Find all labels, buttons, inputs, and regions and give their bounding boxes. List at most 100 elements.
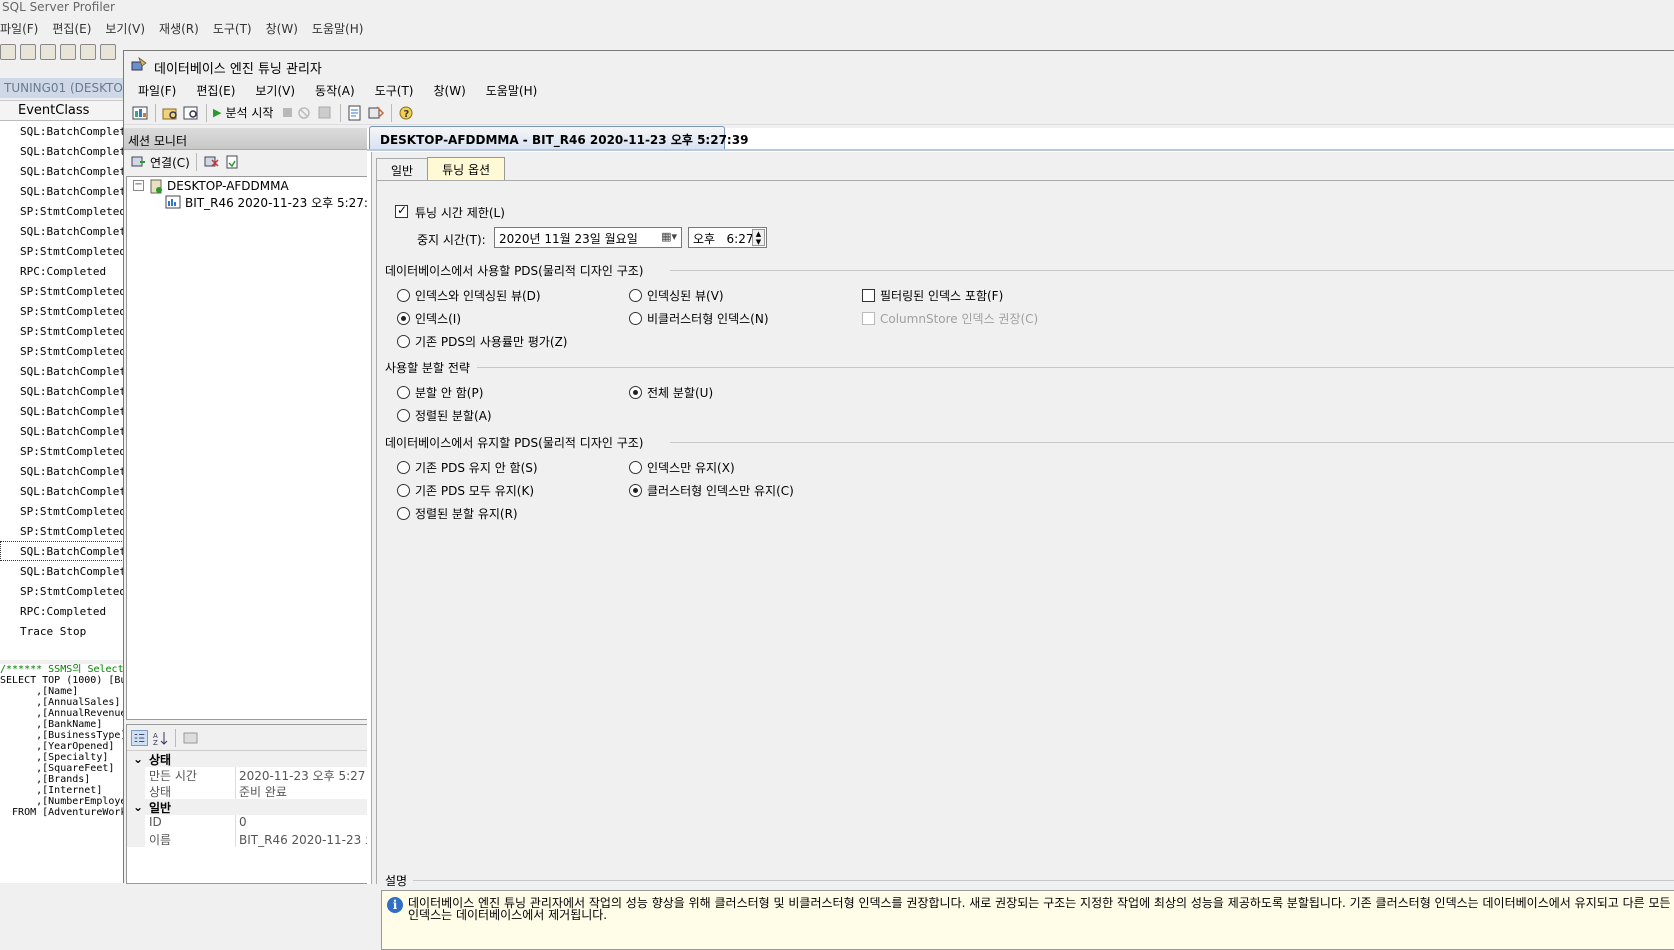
event-row[interactable]: RPC:Completed	[0, 261, 124, 281]
limit-time-checkbox[interactable]	[395, 203, 408, 218]
profiler-menu-bar: 파일(F) 편집(E) 보기(V) 재생(R) 도구(T) 창(W) 도움말(H…	[0, 20, 363, 40]
event-row[interactable]: SP:StmtCompleted	[0, 281, 124, 301]
profiler-menu-edit[interactable]: 편집(E)	[52, 20, 91, 40]
open-workload-icon[interactable]	[162, 105, 179, 121]
new-trace-icon[interactable]	[0, 44, 16, 60]
description-box: i 데이터베이스 엔진 튜닝 관리자에서 작업의 성능 향상을 위해 클러스터형…	[381, 890, 1674, 950]
tab-tuning-options[interactable]: 튜닝 옵션	[427, 157, 506, 180]
filtered-index-checkbox[interactable]	[862, 289, 875, 302]
radio-keep-all[interactable]	[397, 484, 410, 497]
tab-general[interactable]: 일반	[376, 158, 429, 180]
profiler-menu-view[interactable]: 보기(V)	[105, 20, 145, 40]
options-icon[interactable]	[368, 105, 385, 121]
event-row[interactable]: RPC:Completed	[0, 601, 124, 621]
radio-keep-aligned[interactable]	[397, 507, 410, 520]
property-row-name[interactable]: 이름 BIT_R46 2020-11-23 오후	[127, 831, 378, 847]
help-icon[interactable]: ?	[398, 105, 415, 121]
new-template-icon[interactable]	[20, 44, 36, 60]
menu-view[interactable]: 보기(V)	[245, 79, 305, 101]
cancel-icon[interactable]	[296, 105, 313, 121]
categorized-icon[interactable]	[131, 729, 148, 746]
no-partitioning-label: 분할 안 함(P)	[415, 386, 484, 400]
collapse-toggle-icon[interactable]: −	[133, 180, 144, 191]
connect-button[interactable]: 연결(C)	[130, 154, 190, 171]
event-row[interactable]: SQL:BatchCompleted	[0, 481, 124, 501]
profiler-trace-title[interactable]: TUNING01 (DESKTO	[0, 78, 124, 98]
event-row[interactable]: SQL:BatchCompleted	[0, 421, 124, 441]
event-row[interactable]: SP:StmtCompleted	[0, 321, 124, 341]
category-general[interactable]: ⌄ 일반	[127, 799, 378, 815]
radio-keep-clustered[interactable]	[629, 484, 642, 497]
menu-file[interactable]: 파일(F)	[128, 79, 186, 101]
event-row[interactable]: SQL:BatchCompleted	[0, 461, 124, 481]
radio-no-partitioning[interactable]	[397, 386, 410, 399]
event-row[interactable]: SQL:BatchCompleted	[0, 401, 124, 421]
sql-line: ,[AnnualSales]	[0, 697, 121, 708]
save-icon[interactable]	[60, 44, 76, 60]
radio-keep-indexes[interactable]	[629, 461, 642, 474]
event-row[interactable]: SQL:BatchCompleted	[0, 121, 124, 141]
event-row[interactable]: SQL:BatchCompleted	[0, 181, 124, 201]
profiler-menu-window[interactable]: 창(W)	[266, 20, 298, 40]
spin-buttons-icon[interactable]: ▲ ▼	[752, 229, 765, 246]
stop-time-picker[interactable]: 오후 6:27 ▲ ▼	[688, 227, 767, 248]
new-session-icon[interactable]	[132, 105, 149, 121]
event-row[interactable]: SP:StmtCompleted	[0, 521, 124, 541]
radio-indexes-and-views[interactable]	[397, 289, 410, 302]
profiler-menu-replay[interactable]: 재생(R)	[159, 20, 199, 40]
radio-full-partitioning[interactable]	[629, 386, 642, 399]
server-node[interactable]: DESKTOP-AFDDMMA	[167, 179, 289, 193]
find-icon[interactable]	[100, 44, 116, 60]
event-row[interactable]: SQL:BatchCompleted	[0, 361, 124, 381]
event-row[interactable]: SQL:BatchCompleted	[0, 561, 124, 581]
report-icon[interactable]	[347, 105, 364, 121]
event-row[interactable]: SP:StmtCompleted	[0, 581, 124, 601]
preview-icon[interactable]	[183, 105, 200, 121]
radio-aligned-partitioning[interactable]	[397, 409, 410, 422]
stop-icon[interactable]	[283, 108, 293, 117]
menu-help[interactable]: 도움말(H)	[476, 79, 548, 101]
event-row[interactable]: Trace Stop	[0, 621, 124, 641]
event-row[interactable]: SP:StmtCompleted	[0, 501, 124, 521]
stop-date-picker[interactable]: 2020년 11월 23일 월요일 ▦▾	[494, 227, 682, 248]
event-row[interactable]: SQL:BatchCompleted	[0, 541, 124, 561]
radio-indexes[interactable]	[397, 312, 410, 325]
radio-keep-none[interactable]	[397, 461, 410, 474]
columnstore-checkbox[interactable]	[862, 312, 875, 325]
profiler-menu-file[interactable]: 파일(F)	[0, 20, 38, 40]
event-row[interactable]: SP:StmtCompleted	[0, 301, 124, 321]
start-analysis-button[interactable]: ▶ 분석 시작	[213, 104, 273, 121]
refresh-icon[interactable]	[224, 154, 241, 170]
radio-indexed-views[interactable]	[629, 289, 642, 302]
property-row-state[interactable]: 상태 준비 완료	[127, 783, 378, 799]
property-row-created[interactable]: 만든 시간 2020-11-23 오후 5:27	[127, 767, 378, 783]
save-recommendation-icon[interactable]	[317, 105, 334, 121]
radio-nonclustered-indexes[interactable]	[629, 312, 642, 325]
event-row[interactable]: SQL:BatchCompleted	[0, 161, 124, 181]
profiler-menu-help[interactable]: 도움말(H)	[312, 20, 364, 40]
open-folder-icon[interactable]	[40, 44, 56, 60]
column-header-eventclass[interactable]: EventClass	[0, 101, 124, 121]
event-row[interactable]: SP:StmtCompleted	[0, 441, 124, 461]
disconnect-icon[interactable]	[203, 154, 220, 170]
session-document-tab[interactable]: DESKTOP-AFDDMMA - BIT_R46 2020-11-23 오후 …	[369, 126, 748, 150]
menu-action[interactable]: 동작(A)	[305, 79, 365, 101]
property-pages-icon[interactable]	[182, 730, 199, 746]
session-node[interactable]: BIT_R46 2020-11-23 오후 5:27:39	[185, 194, 383, 211]
menu-window[interactable]: 창(W)	[423, 79, 475, 101]
radio-evaluate-existing[interactable]	[397, 335, 410, 348]
category-status[interactable]: ⌄ 상태	[127, 751, 378, 767]
event-row[interactable]: SQL:BatchCompleted	[0, 221, 124, 241]
event-row[interactable]: SQL:BatchCompleted	[0, 141, 124, 161]
event-row[interactable]: SQL:BatchCompleted	[0, 381, 124, 401]
event-row[interactable]: SP:StmtCompleted	[0, 241, 124, 261]
event-row[interactable]: SP:StmtCompleted	[0, 341, 124, 361]
menu-edit[interactable]: 편집(E)	[186, 79, 245, 101]
properties-icon[interactable]	[80, 44, 96, 60]
event-row[interactable]: SP:StmtCompleted	[0, 201, 124, 221]
menu-tools[interactable]: 도구(T)	[365, 79, 424, 101]
sort-alphabetical-icon[interactable]: AZ	[152, 730, 169, 746]
group-divider	[670, 270, 1674, 271]
property-row-id[interactable]: ID 0	[127, 815, 378, 831]
profiler-menu-tools[interactable]: 도구(T)	[213, 20, 252, 40]
